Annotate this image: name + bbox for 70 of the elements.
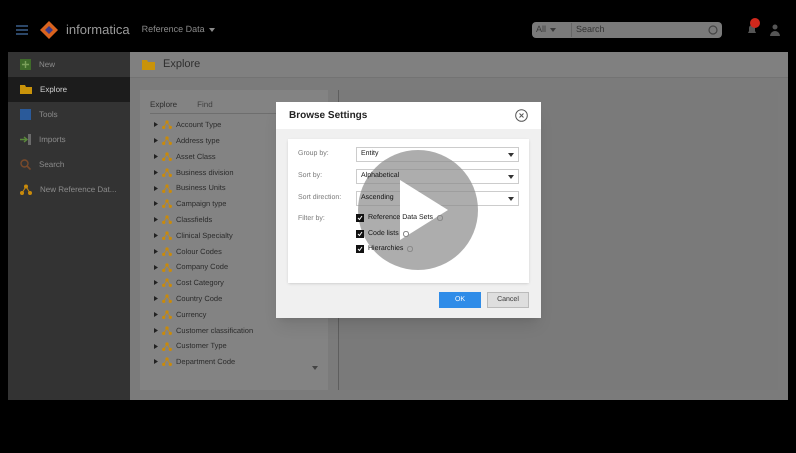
expand-icon[interactable] bbox=[154, 217, 158, 222]
entity-icon bbox=[162, 262, 172, 272]
info-icon[interactable] bbox=[436, 215, 443, 222]
user-icon[interactable] bbox=[770, 24, 780, 36]
folder-icon bbox=[142, 60, 155, 70]
entity-icon bbox=[162, 168, 172, 177]
scroll-down-icon[interactable] bbox=[312, 366, 318, 370]
app-menu[interactable]: Reference Data bbox=[142, 23, 215, 37]
expand-icon[interactable] bbox=[154, 264, 158, 270]
expand-icon[interactable] bbox=[154, 154, 158, 159]
expand-icon[interactable] bbox=[154, 122, 158, 128]
expand-icon[interactable] bbox=[154, 186, 158, 191]
panel-title: Explore bbox=[150, 98, 178, 110]
expand-icon[interactable] bbox=[154, 280, 158, 286]
expand-icon[interactable] bbox=[154, 344, 158, 349]
entity-icon bbox=[20, 184, 32, 195]
entity-icon bbox=[162, 230, 172, 240]
expand-icon[interactable] bbox=[154, 248, 158, 254]
entity-icon bbox=[162, 278, 172, 288]
entity-icon bbox=[162, 246, 172, 256]
caret-icon bbox=[550, 28, 556, 32]
expand-icon[interactable] bbox=[154, 138, 158, 144]
sidebar-item[interactable]: Search bbox=[8, 152, 130, 177]
entity-icon bbox=[162, 294, 172, 304]
sidebar-item[interactable]: New bbox=[8, 52, 130, 77]
play-button-icon[interactable] bbox=[358, 150, 478, 270]
brand-name: informatica bbox=[66, 21, 130, 40]
search-icon bbox=[20, 159, 31, 170]
expand-icon[interactable] bbox=[154, 170, 158, 175]
find-tab[interactable]: Find bbox=[197, 98, 213, 110]
expand-icon[interactable] bbox=[154, 232, 158, 238]
entity-icon bbox=[162, 326, 172, 335]
caret-icon bbox=[508, 196, 514, 200]
checkbox[interactable] bbox=[356, 214, 364, 222]
dialog-title: Browse Settings bbox=[289, 109, 368, 123]
menu-icon[interactable] bbox=[16, 25, 28, 35]
expand-icon[interactable] bbox=[154, 359, 158, 364]
caret-icon bbox=[508, 152, 514, 156]
folder-icon bbox=[20, 85, 32, 94]
plus-icon bbox=[20, 59, 31, 70]
info-icon[interactable] bbox=[402, 230, 409, 237]
sidebar-item[interactable]: Tools bbox=[8, 102, 130, 127]
search-field[interactable]: All Search bbox=[532, 22, 722, 38]
caret-icon bbox=[508, 174, 514, 178]
import-icon bbox=[20, 134, 31, 145]
expand-icon[interactable] bbox=[154, 312, 158, 317]
page-title: Explore bbox=[163, 57, 200, 72]
search-icon[interactable] bbox=[708, 25, 718, 35]
sidebar-item[interactable]: Imports bbox=[8, 127, 130, 152]
expand-icon[interactable] bbox=[154, 201, 158, 206]
sidebar-item[interactable]: Explore bbox=[8, 77, 130, 102]
caret-icon bbox=[208, 28, 215, 32]
checkbox[interactable] bbox=[356, 230, 364, 238]
logo-icon bbox=[40, 21, 58, 39]
expand-icon[interactable] bbox=[154, 296, 158, 302]
entity-icon bbox=[162, 342, 172, 351]
entity-icon bbox=[162, 136, 172, 146]
entity-icon bbox=[162, 357, 172, 366]
close-icon[interactable] bbox=[515, 109, 528, 122]
entity-icon bbox=[162, 310, 172, 319]
checkbox[interactable] bbox=[356, 245, 364, 254]
entity-icon bbox=[162, 184, 172, 193]
entity-icon bbox=[162, 199, 172, 208]
tools-icon bbox=[20, 109, 31, 120]
scope-dropdown[interactable]: All bbox=[532, 23, 572, 37]
entity-icon bbox=[162, 120, 172, 130]
entity-icon bbox=[162, 215, 172, 224]
sidebar-item[interactable]: New Reference Dat... bbox=[8, 177, 130, 202]
expand-icon[interactable] bbox=[154, 328, 158, 333]
entity-icon bbox=[162, 152, 172, 161]
